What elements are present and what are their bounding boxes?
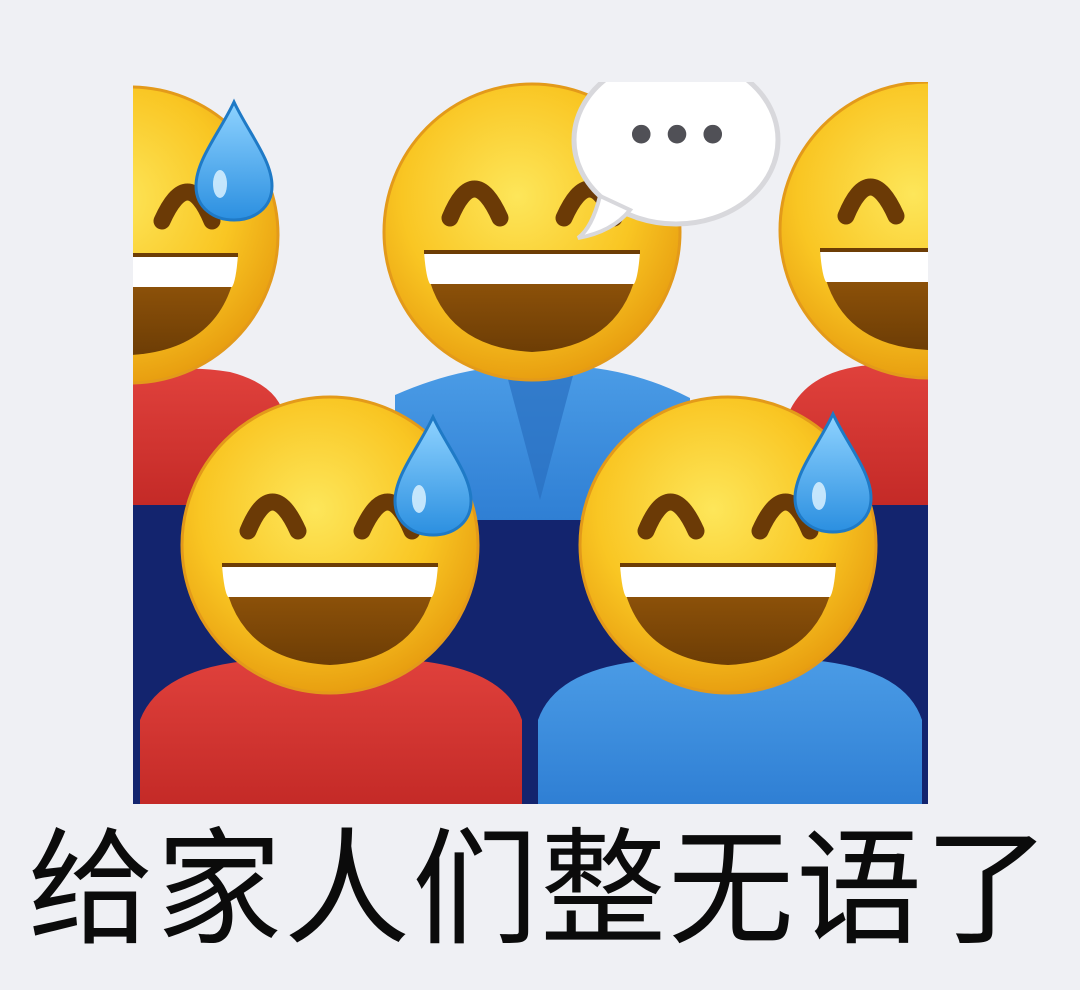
grinning-face-icon <box>780 82 1076 378</box>
speech-bubble-text: ••• <box>622 100 729 174</box>
emoji-panel: ••• <box>133 82 1076 804</box>
meme-caption: 给家人们整无语了 <box>28 816 1052 963</box>
